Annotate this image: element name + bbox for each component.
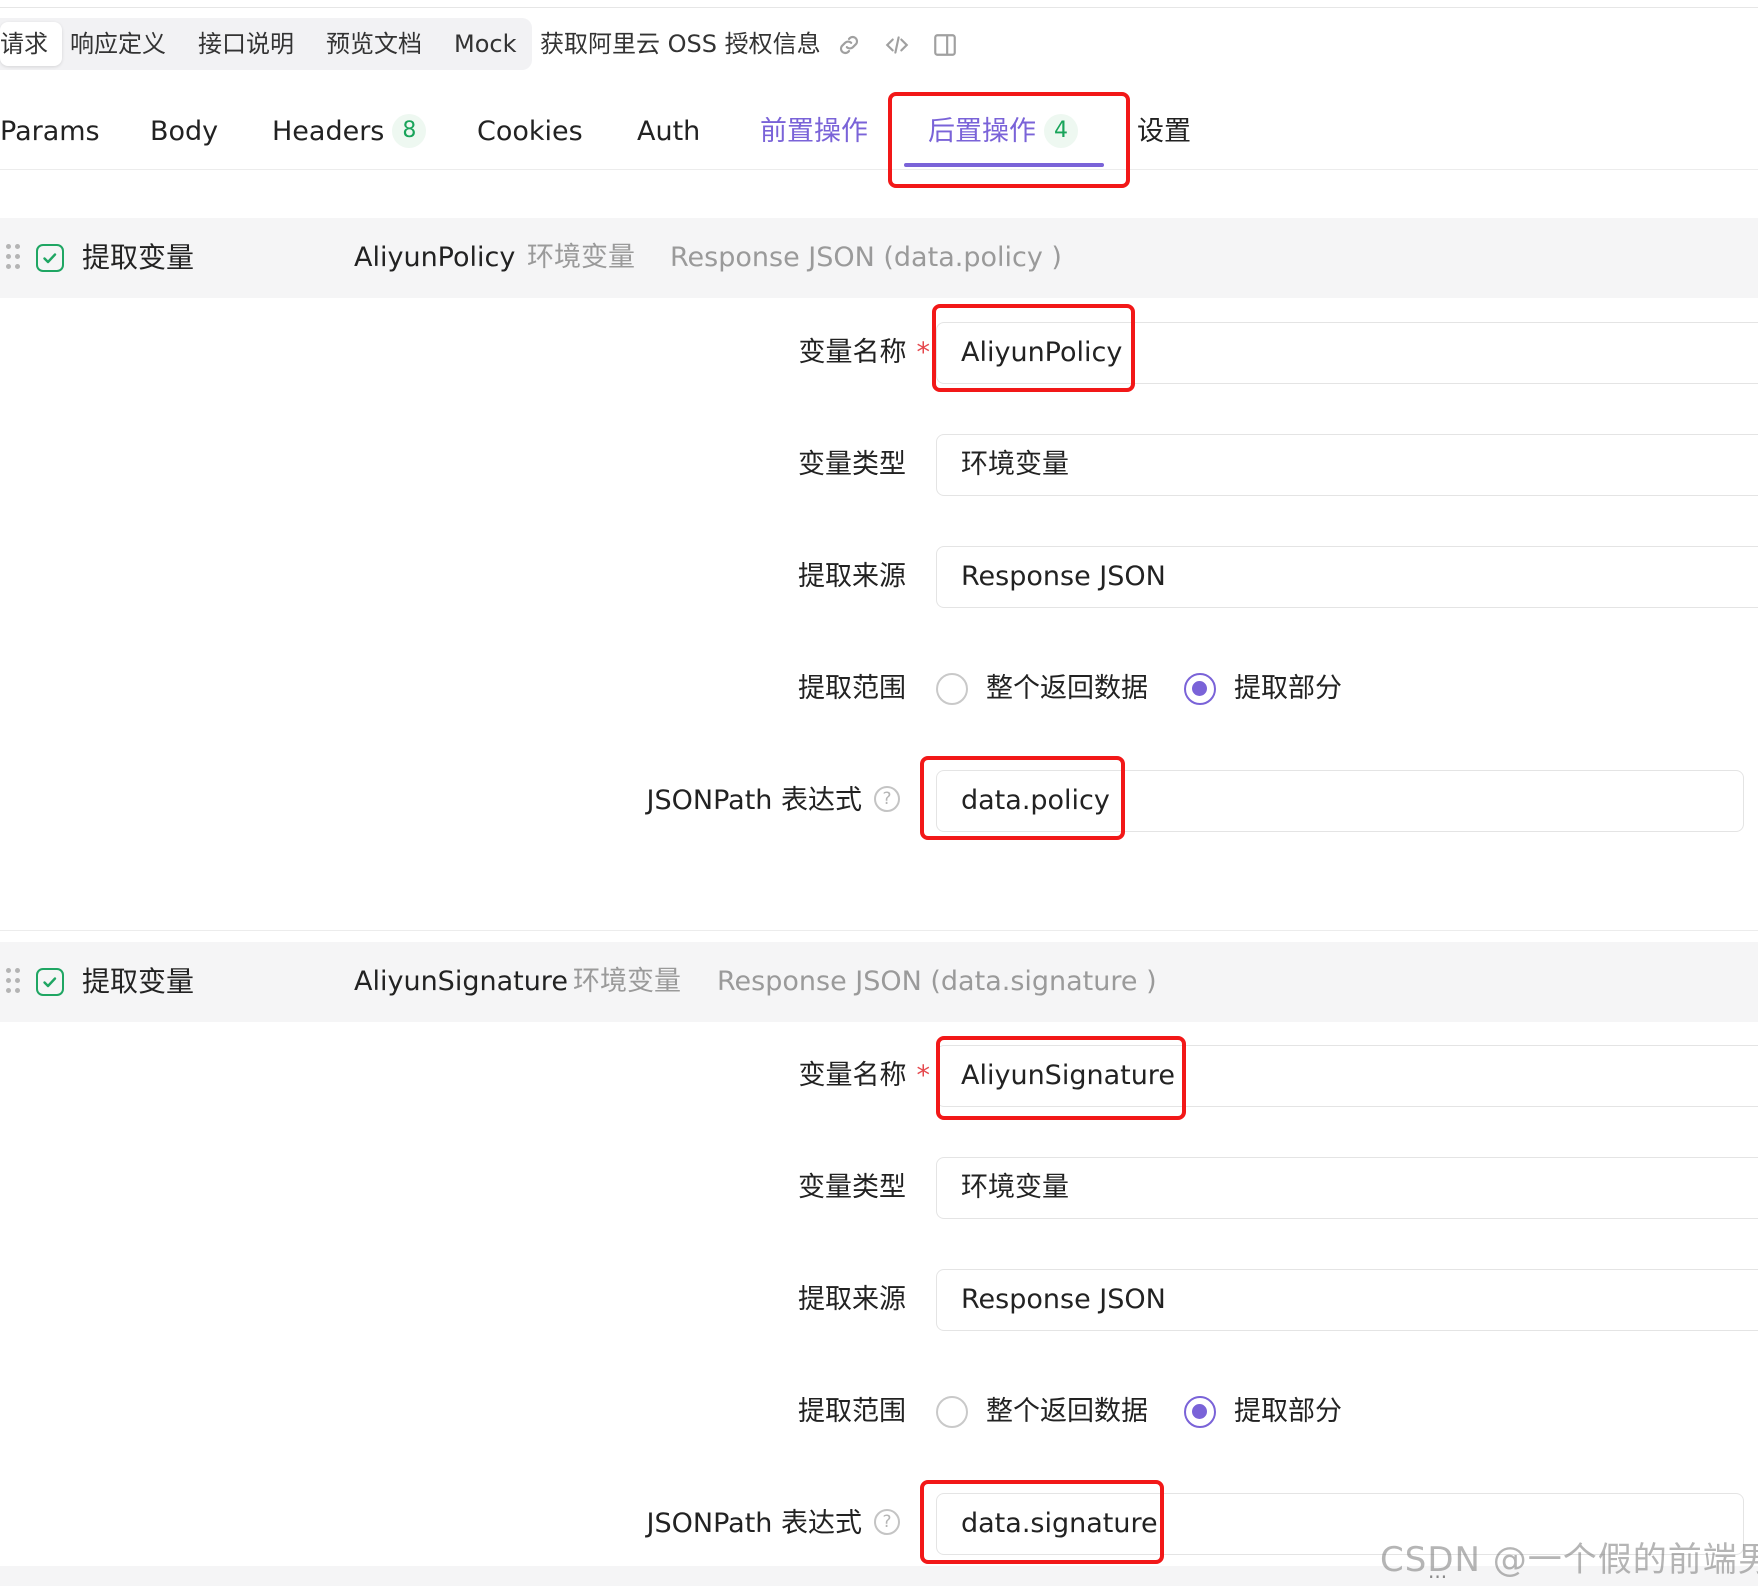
top-tab-strip: 请求 响应定义 接口说明 预览文档 Mock 获取阿里云 OSS 授权信息 — [0, 0, 1758, 92]
extraction-header-1[interactable]: 提取变量 AliyunPolicy 环境变量 Response JSON (da… — [0, 218, 1758, 298]
jsonpath-label: JSONPath 表达式? — [560, 770, 900, 832]
help-icon[interactable]: ? — [874, 785, 900, 812]
source-label: 提取来源 — [798, 561, 906, 592]
scope-label: 提取范围 — [798, 1396, 906, 1427]
scope-radio-group: 整个返回数据 提取部分 — [936, 1381, 1376, 1443]
radio-extract-part-label[interactable]: 提取部分 — [1234, 658, 1342, 720]
tab-headers[interactable]: Headers 8 — [272, 110, 427, 154]
tab-params[interactable]: Params — [0, 110, 100, 154]
radio-whole-response-label[interactable]: 整个返回数据 — [986, 1381, 1148, 1443]
var-name-label: 变量名称 * — [798, 1060, 931, 1091]
headers-count-badge: 8 — [392, 113, 427, 148]
tab-api-description[interactable]: 接口说明 — [198, 18, 294, 70]
extraction-header-2[interactable]: 提取变量 AliyunSignature 环境变量 Response JSON … — [0, 942, 1758, 1022]
drag-handle-icon[interactable] — [6, 244, 22, 272]
extraction-title: 提取变量 — [82, 965, 195, 998]
tab-preview-doc[interactable]: 预览文档 — [326, 18, 422, 70]
scope-label: 提取范围 — [798, 673, 906, 704]
watermark: CSDN @一个假的前端男 — [1380, 1540, 1758, 1580]
tab-response-definition[interactable]: 响应定义 — [70, 18, 166, 70]
post-ops-count-badge: 4 — [1044, 113, 1078, 148]
var-name-input[interactable]: AliyunPolicy — [936, 322, 1758, 384]
radio-extract-part-label[interactable]: 提取部分 — [1234, 1381, 1342, 1443]
extraction-summary-source: Response JSON (data.policy ) — [670, 242, 1062, 273]
link-icon[interactable] — [836, 32, 862, 58]
var-name-label: 变量名称 * — [798, 337, 931, 368]
jsonpath-label: JSONPath 表达式? — [560, 1493, 900, 1555]
tab-request[interactable]: 请求 — [0, 22, 62, 66]
extraction-summary-source: Response JSON (data.signature ) — [717, 966, 1157, 997]
tab-headers-label: Headers — [272, 116, 385, 147]
top-divider — [0, 7, 1758, 8]
radio-whole-response[interactable] — [936, 1396, 968, 1428]
required-marker: * — [916, 337, 931, 368]
extraction-title: 提取变量 — [82, 241, 195, 274]
tab-auth[interactable]: Auth — [637, 110, 700, 154]
enabled-checkbox[interactable] — [36, 968, 64, 996]
radio-extract-part[interactable] — [1184, 673, 1216, 705]
source-label: 提取来源 — [798, 1284, 906, 1315]
tab-cookies[interactable]: Cookies — [477, 110, 583, 154]
var-type-label: 变量类型 — [798, 449, 906, 480]
var-type-label: 变量类型 — [798, 1172, 906, 1203]
var-type-select[interactable]: 环境变量 — [936, 1157, 1758, 1219]
request-subtabs: Params Body Headers 8 Cookies Auth 前置操作 后… — [0, 92, 1758, 170]
source-select[interactable]: Response JSON — [936, 546, 1758, 608]
panel-toggle-icon[interactable] — [932, 32, 958, 58]
enabled-checkbox[interactable] — [36, 244, 64, 272]
top-tab-group: 请求 响应定义 接口说明 预览文档 Mock — [0, 18, 532, 70]
tab-mock[interactable]: Mock — [454, 18, 516, 70]
extraction-summary-name: AliyunSignature — [354, 966, 568, 997]
extraction-summary-type: 环境变量 — [573, 966, 681, 997]
radio-whole-response[interactable] — [936, 673, 968, 705]
tab-post-operations-label: 后置操作 — [928, 116, 1036, 147]
extraction-summary-type: 环境变量 — [527, 242, 635, 273]
extraction-summary-name: AliyunPolicy — [354, 242, 516, 273]
tab-post-operations[interactable]: 后置操作 4 — [928, 110, 1078, 154]
radio-whole-response-label[interactable]: 整个返回数据 — [986, 658, 1148, 720]
radio-extract-part[interactable] — [1184, 1396, 1216, 1428]
source-select[interactable]: Response JSON — [936, 1269, 1758, 1331]
drag-handle-icon[interactable] — [6, 968, 22, 996]
scope-radio-group: 整个返回数据 提取部分 — [936, 658, 1376, 720]
var-type-select[interactable]: 环境变量 — [936, 434, 1758, 496]
required-marker: * — [916, 1060, 931, 1091]
tab-pre-operations[interactable]: 前置操作 — [760, 110, 868, 154]
code-icon[interactable] — [884, 32, 910, 58]
help-icon[interactable]: ? — [874, 1508, 900, 1535]
var-name-input[interactable]: AliyunSignature — [936, 1045, 1758, 1107]
active-tab-indicator — [904, 163, 1104, 167]
request-title: 获取阿里云 OSS 授权信息 — [540, 30, 821, 58]
tab-settings[interactable]: 设置 — [1137, 110, 1191, 154]
section-divider — [0, 930, 1758, 931]
tab-body[interactable]: Body — [150, 110, 218, 154]
jsonpath-input[interactable]: data.policy — [936, 770, 1744, 832]
